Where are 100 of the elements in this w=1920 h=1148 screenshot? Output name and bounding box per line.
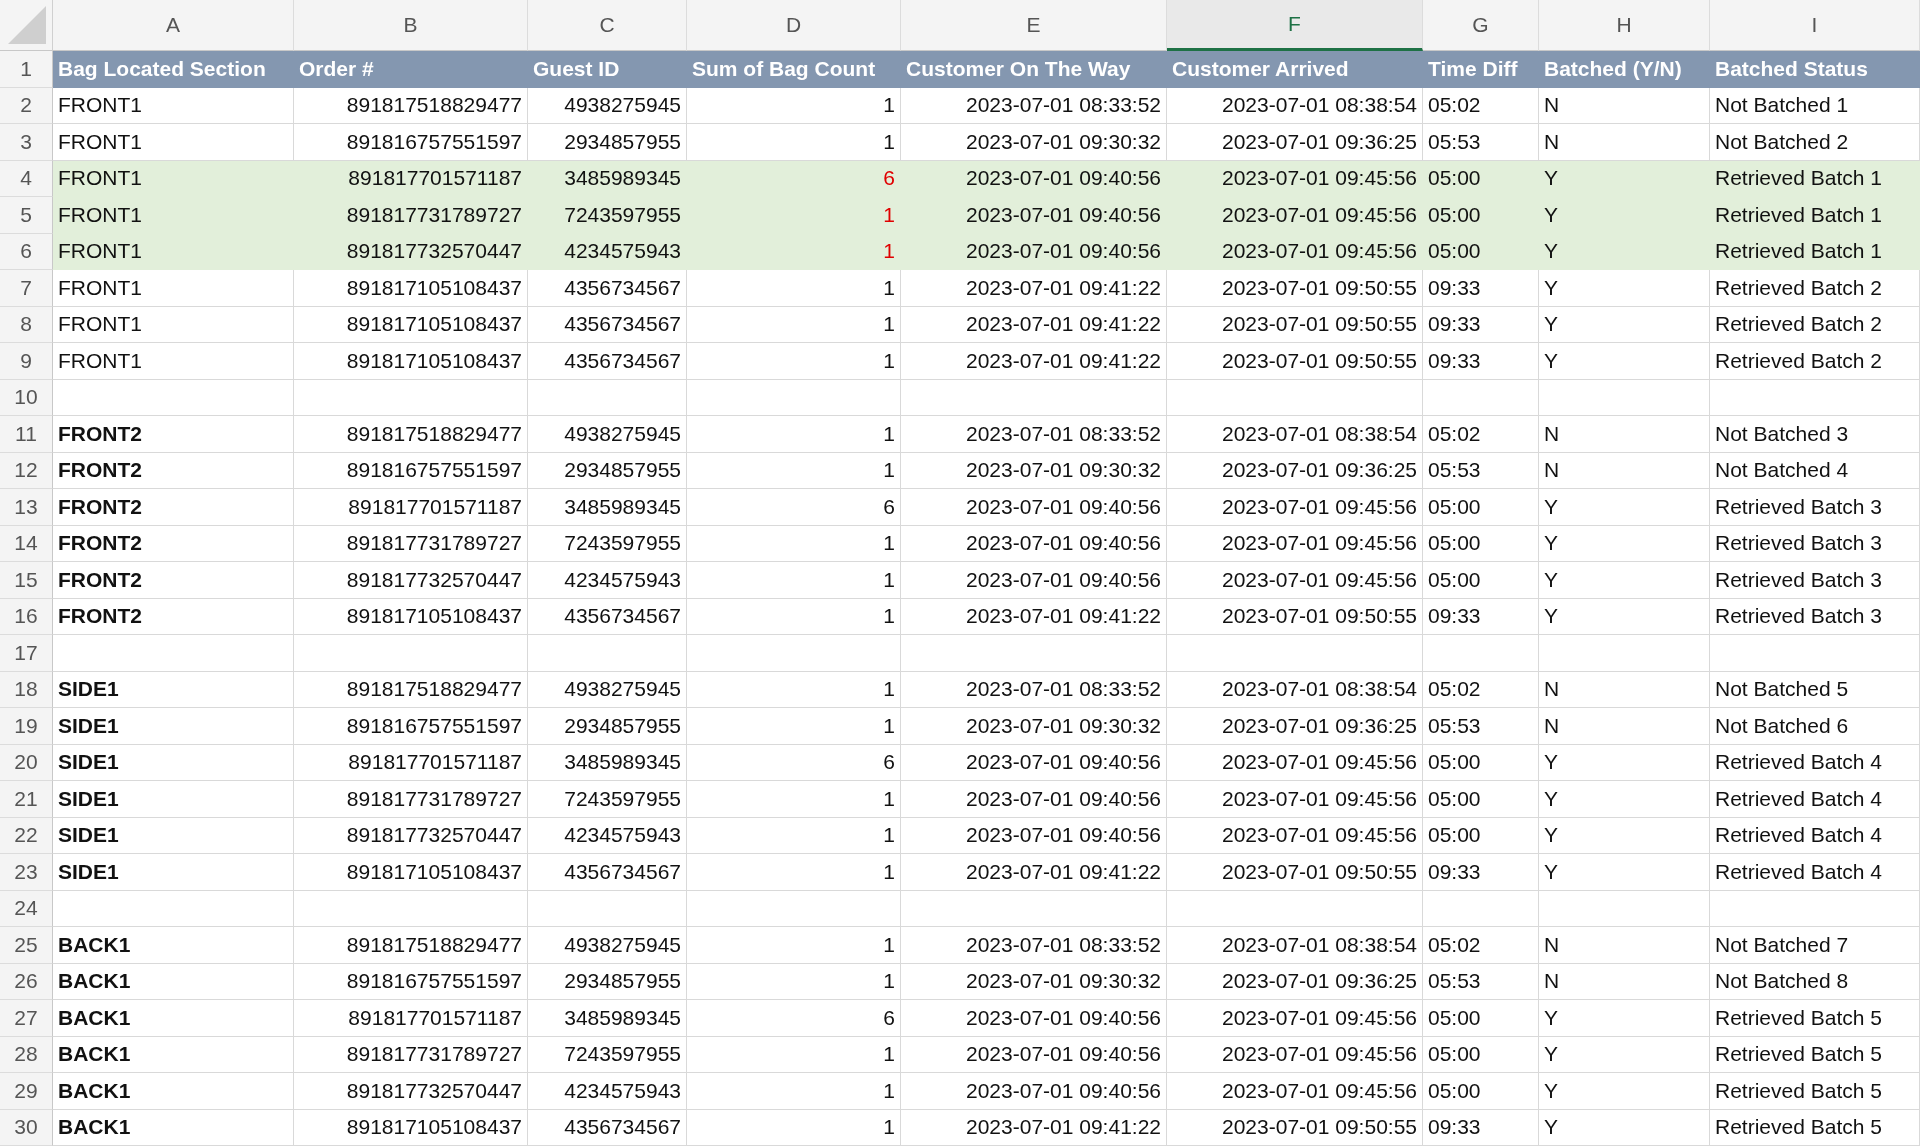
table-cell: 2023-07-01 09:40:56 [901,1073,1167,1110]
table-cell: 2023-07-01 09:45:56 [1167,817,1423,854]
table-cell: BACK1 [53,1109,294,1146]
row-number[interactable]: 5 [0,197,53,234]
table-cell: Retrieved Batch 1 [1710,197,1920,234]
column-header[interactable]: E [901,0,1167,51]
row-number[interactable]: 21 [0,781,53,818]
table-cell: 2023-07-01 09:45:56 [1167,562,1423,599]
table-cell: 2023-07-01 09:41:22 [901,854,1167,891]
table-cell: 05:00 [1423,489,1539,526]
row-number[interactable]: 22 [0,817,53,854]
row-number[interactable]: 9 [0,343,53,380]
table-cell: SIDE1 [53,781,294,818]
table-cell: BACK1 [53,1000,294,1037]
column-header[interactable]: C [528,0,687,51]
table-cell: 891817732570447 [294,562,528,599]
table-cell: FRONT2 [53,452,294,489]
table-cell: 2023-07-01 09:36:25 [1167,124,1423,161]
table-cell: Not Batched 4 [1710,452,1920,489]
column-header[interactable]: A [53,0,294,51]
table-cell: 891817518829477 [294,671,528,708]
table-cell: 891817731789727 [294,525,528,562]
row-number[interactable]: 14 [0,525,53,562]
table-cell: 1 [687,525,901,562]
table-cell: Y [1539,854,1710,891]
table-cell: 05:02 [1423,87,1539,124]
row-number[interactable]: 26 [0,963,53,1000]
table-cell: 891817105108437 [294,598,528,635]
row-number[interactable]: 8 [0,306,53,343]
table-cell: Retrieved Batch 1 [1710,160,1920,197]
table-cell: Retrieved Batch 5 [1710,1109,1920,1146]
row-number[interactable]: 16 [0,598,53,635]
table-cell: 09:33 [1423,306,1539,343]
table-cell: 2023-07-01 09:50:55 [1167,306,1423,343]
table-cell: 891816757551597 [294,708,528,745]
row-number[interactable]: 25 [0,927,53,964]
column-header[interactable]: B [294,0,528,51]
table-cell: 2023-07-01 09:36:25 [1167,708,1423,745]
row-number[interactable]: 7 [0,270,53,307]
row-number[interactable]: 6 [0,233,53,270]
table-cell: Retrieved Batch 4 [1710,854,1920,891]
row-number[interactable]: 3 [0,124,53,161]
table-cell: 4356734567 [528,343,687,380]
table-cell: 2023-07-01 09:45:56 [1167,1000,1423,1037]
table-cell: 2023-07-01 09:40:56 [901,489,1167,526]
table-cell: 1 [687,233,901,270]
table-cell: 2023-07-01 09:40:56 [901,562,1167,599]
table-cell: FRONT1 [53,343,294,380]
table-cell: Not Batched 8 [1710,963,1920,1000]
row-number[interactable]: 30 [0,1109,53,1146]
table-cell: 2023-07-01 09:30:32 [901,124,1167,161]
column-header[interactable]: D [687,0,901,51]
table-cell: FRONT2 [53,416,294,453]
column-header[interactable]: H [1539,0,1710,51]
row-number[interactable]: 23 [0,854,53,891]
row-number[interactable]: 28 [0,1036,53,1073]
table-cell: BACK1 [53,927,294,964]
table-cell: 2023-07-01 09:45:56 [1167,197,1423,234]
table-cell: 6 [687,1000,901,1037]
table-cell: 1 [687,598,901,635]
table-cell: Not Batched 3 [1710,416,1920,453]
row-number[interactable]: 29 [0,1073,53,1110]
row-number[interactable]: 15 [0,562,53,599]
row-number[interactable]: 2 [0,87,53,124]
table-cell: 4356734567 [528,270,687,307]
row-number[interactable]: 18 [0,671,53,708]
table-cell: 891817701571187 [294,489,528,526]
row-number[interactable]: 1 [0,51,53,88]
table-cell: 2023-07-01 09:45:56 [1167,489,1423,526]
table-cell: Retrieved Batch 4 [1710,744,1920,781]
table-cell: 2023-07-01 09:36:25 [1167,963,1423,1000]
table-cell: 2934857955 [528,963,687,1000]
row-number[interactable]: 20 [0,744,53,781]
row-number[interactable]: 24 [0,890,53,927]
table-cell: 2023-07-01 09:45:56 [1167,160,1423,197]
table-cell: 2023-07-01 09:45:56 [1167,233,1423,270]
row-number[interactable]: 27 [0,1000,53,1037]
row-number[interactable]: 11 [0,416,53,453]
row-number[interactable]: 12 [0,452,53,489]
table-cell: 3485989345 [528,489,687,526]
table-cell: 4234575943 [528,817,687,854]
column-header[interactable]: G [1423,0,1539,51]
row-number[interactable]: 10 [0,379,53,416]
table-cell: 2023-07-01 09:40:56 [901,197,1167,234]
table-cell: 05:00 [1423,1073,1539,1110]
table-cell: Retrieved Batch 3 [1710,489,1920,526]
table-cell: 4938275945 [528,416,687,453]
row-number[interactable]: 19 [0,708,53,745]
row-number[interactable]: 4 [0,160,53,197]
row-number[interactable]: 13 [0,489,53,526]
select-all-icon[interactable] [8,6,46,44]
table-cell: 4234575943 [528,1073,687,1110]
table-cell: 4938275945 [528,927,687,964]
column-header[interactable]: F [1167,0,1423,51]
column-header[interactable]: I [1710,0,1920,51]
row-number[interactable]: 17 [0,635,53,672]
table-cell: Not Batched 7 [1710,927,1920,964]
table-cell: Y [1539,233,1710,270]
table-cell: 891817518829477 [294,927,528,964]
table-cell: Retrieved Batch 2 [1710,306,1920,343]
